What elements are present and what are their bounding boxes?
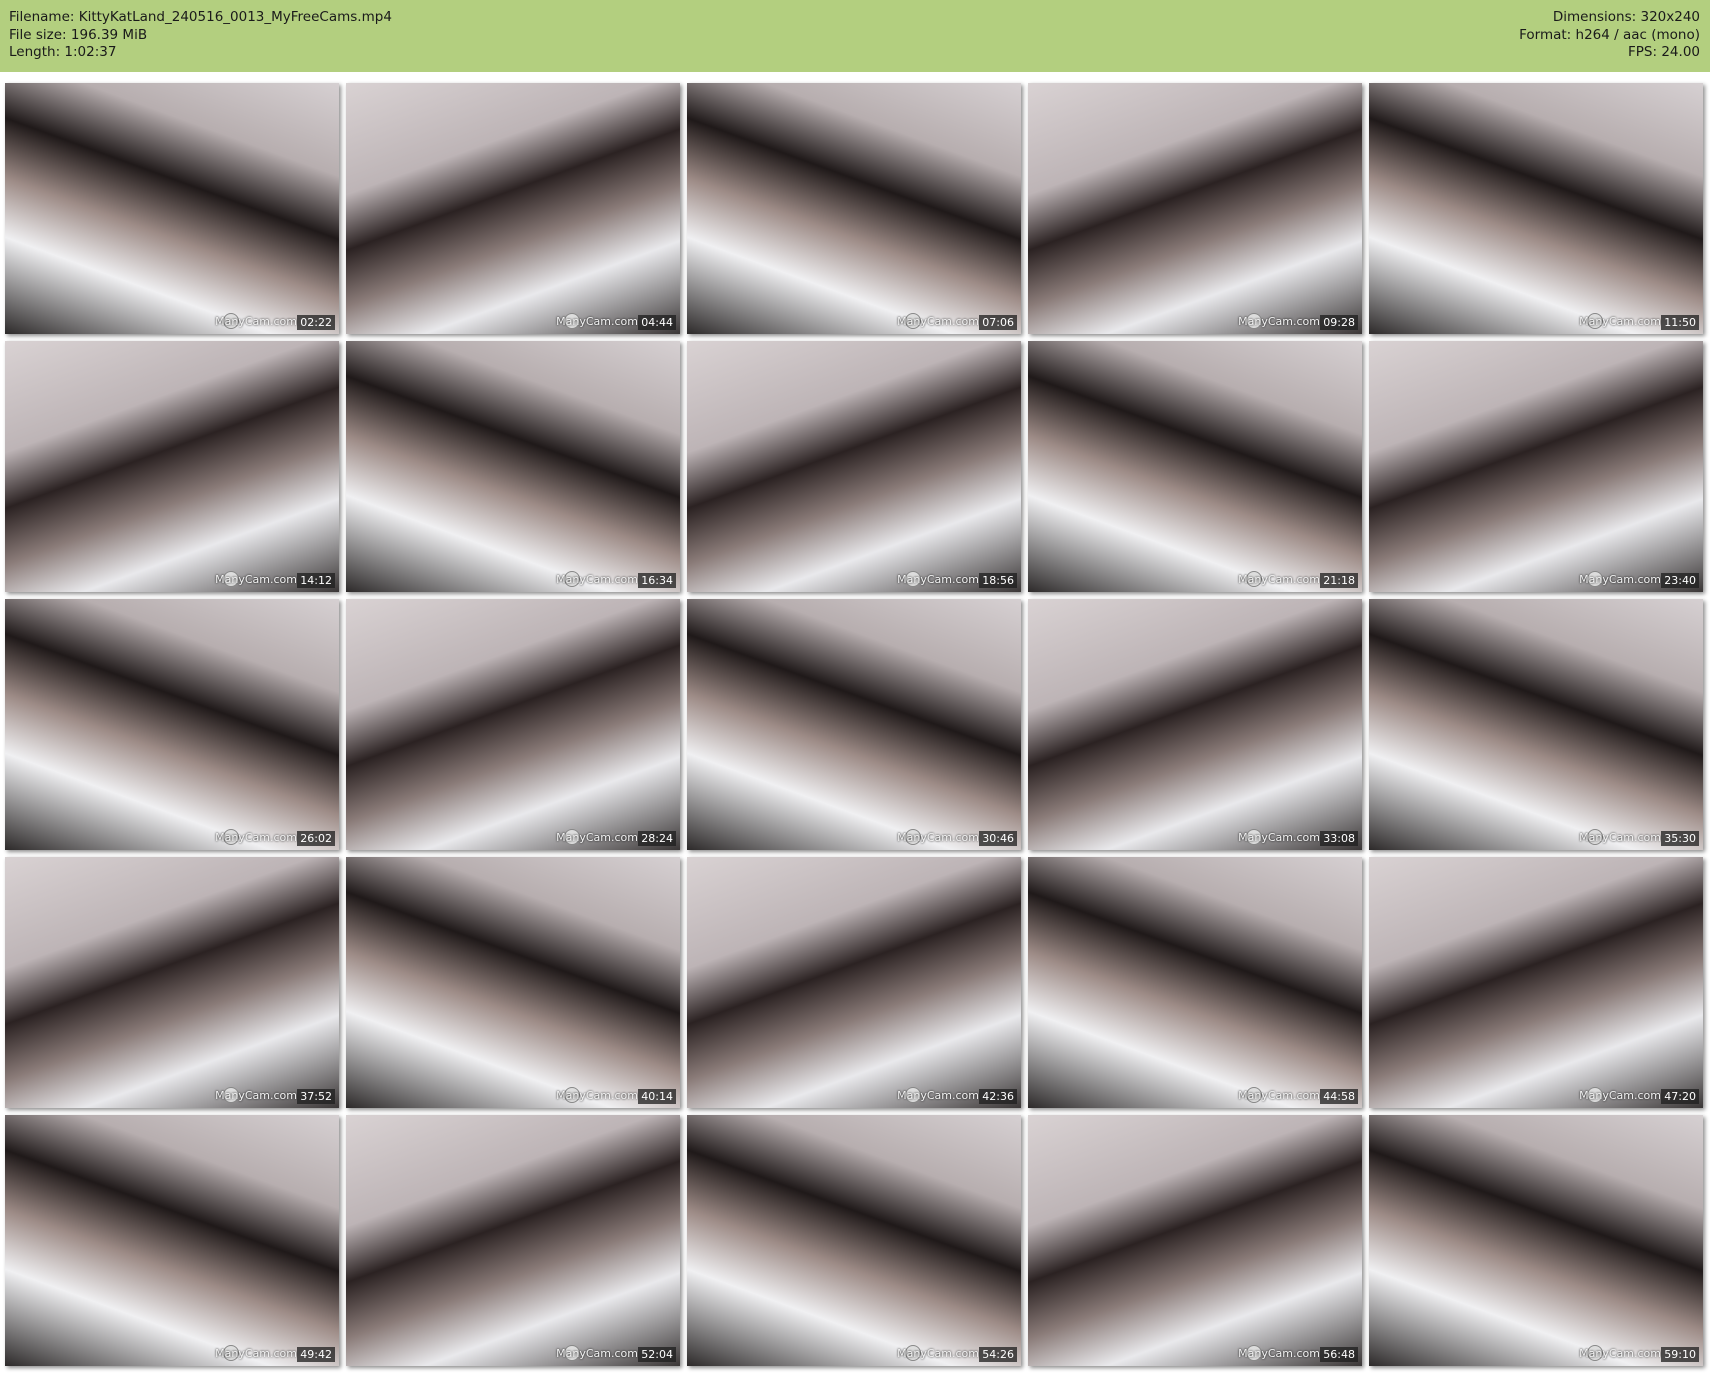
watermark-text: ManyCam.com [1579, 573, 1661, 586]
timestamp-badge: 23:40 [1661, 573, 1699, 588]
watermark-text: ManyCam.com [897, 1347, 979, 1360]
watermark-text: ManyCam.com [1579, 1347, 1661, 1360]
video-thumbnail[interactable]: ManyCam.com 28:24 [346, 599, 680, 850]
video-thumbnail[interactable]: ManyCam.com 59:10 [1369, 1115, 1703, 1366]
watermark-text: ManyCam.com [556, 831, 638, 844]
watermark-text: ManyCam.com [1579, 315, 1661, 328]
length-label: Length: 1:02:37 [9, 44, 117, 60]
timestamp-badge: 40:14 [638, 1089, 676, 1104]
watermark-text: ManyCam.com [897, 831, 979, 844]
timestamp-badge: 11:50 [1661, 315, 1699, 330]
timestamp-badge: 59:10 [1661, 1347, 1699, 1362]
timestamp-badge: 21:18 [1320, 573, 1358, 588]
watermark-text: ManyCam.com [1238, 315, 1320, 328]
file-info-left: Filename: KittyKatLand_240516_0013_MyFre… [9, 9, 392, 62]
timestamp-badge: 14:12 [297, 573, 335, 588]
video-thumbnail[interactable]: ManyCam.com 09:28 [1028, 83, 1362, 334]
watermark-text: ManyCam.com [897, 1089, 979, 1102]
timestamp-badge: 16:34 [638, 573, 676, 588]
thumbnail-grid: ManyCam.com 02:22 ManyCam.com 04:44 ManyCam.… [5, 83, 1703, 1366]
video-thumbnail[interactable]: ManyCam.com 33:08 [1028, 599, 1362, 850]
watermark-text: ManyCam.com [1238, 1347, 1320, 1360]
video-thumbnail[interactable]: ManyCam.com 52:04 [346, 1115, 680, 1366]
file-info-right: Dimensions: 320x240 Format: h264 / aac (… [1519, 9, 1700, 62]
timestamp-badge: 09:28 [1320, 315, 1358, 330]
video-thumbnail[interactable]: ManyCam.com 14:12 [5, 341, 339, 592]
watermark-text: ManyCam.com [215, 1089, 297, 1102]
watermark-text: ManyCam.com [215, 315, 297, 328]
timestamp-badge: 35:30 [1661, 831, 1699, 846]
video-thumbnail[interactable]: ManyCam.com 11:50 [1369, 83, 1703, 334]
timestamp-badge: 04:44 [638, 315, 676, 330]
dimensions-label: Dimensions: 320x240 [1552, 9, 1700, 25]
video-thumbnail[interactable]: ManyCam.com 18:56 [687, 341, 1021, 592]
fps-label: FPS: 24.00 [1628, 44, 1700, 60]
timestamp-badge: 18:56 [979, 573, 1017, 588]
watermark-text: ManyCam.com [897, 573, 979, 586]
watermark-text: ManyCam.com [897, 315, 979, 328]
video-thumbnail[interactable]: ManyCam.com 23:40 [1369, 341, 1703, 592]
video-thumbnail[interactable]: ManyCam.com 07:06 [687, 83, 1021, 334]
timestamp-badge: 42:36 [979, 1089, 1017, 1104]
watermark-text: ManyCam.com [1238, 831, 1320, 844]
watermark-text: ManyCam.com [556, 1347, 638, 1360]
video-thumbnail[interactable]: ManyCam.com 26:02 [5, 599, 339, 850]
video-thumbnail[interactable]: ManyCam.com 37:52 [5, 857, 339, 1108]
video-thumbnail[interactable]: ManyCam.com 04:44 [346, 83, 680, 334]
video-thumbnail[interactable]: ManyCam.com 30:46 [687, 599, 1021, 850]
watermark-text: ManyCam.com [556, 1089, 638, 1102]
video-thumbnail[interactable]: ManyCam.com 16:34 [346, 341, 680, 592]
video-thumbnail[interactable]: ManyCam.com 42:36 [687, 857, 1021, 1108]
timestamp-badge: 33:08 [1320, 831, 1358, 846]
timestamp-badge: 26:02 [297, 831, 335, 846]
format-label: Format: h264 / aac (mono) [1519, 26, 1700, 43]
video-thumbnail[interactable]: ManyCam.com 47:20 [1369, 857, 1703, 1108]
timestamp-badge: 52:04 [638, 1347, 676, 1362]
timestamp-badge: 28:24 [638, 831, 676, 846]
timestamp-badge: 37:52 [297, 1089, 335, 1104]
timestamp-badge: 56:48 [1320, 1347, 1358, 1362]
video-thumbnail[interactable]: ManyCam.com 02:22 [5, 83, 339, 334]
timestamp-badge: 47:20 [1661, 1089, 1699, 1104]
watermark-text: ManyCam.com [1579, 831, 1661, 844]
info-header: Filename: KittyKatLand_240516_0013_MyFre… [0, 0, 1710, 72]
timestamp-badge: 02:22 [297, 315, 335, 330]
watermark-text: ManyCam.com [556, 315, 638, 328]
timestamp-badge: 49:42 [297, 1347, 335, 1362]
timestamp-badge: 07:06 [979, 315, 1017, 330]
timestamp-badge: 54:26 [979, 1347, 1017, 1362]
watermark-text: ManyCam.com [556, 573, 638, 586]
video-thumbnail[interactable]: ManyCam.com 35:30 [1369, 599, 1703, 850]
video-thumbnail[interactable]: ManyCam.com 44:58 [1028, 857, 1362, 1108]
watermark-text: ManyCam.com [215, 573, 297, 586]
watermark-text: ManyCam.com [1238, 573, 1320, 586]
video-thumbnail[interactable]: ManyCam.com 54:26 [687, 1115, 1021, 1366]
watermark-text: ManyCam.com [215, 1347, 297, 1360]
filename-label: Filename: KittyKatLand_240516_0013_MyFre… [9, 9, 392, 25]
video-thumbnail[interactable]: ManyCam.com 49:42 [5, 1115, 339, 1366]
timestamp-badge: 44:58 [1320, 1089, 1358, 1104]
timestamp-badge: 30:46 [979, 831, 1017, 846]
video-thumbnail[interactable]: ManyCam.com 56:48 [1028, 1115, 1362, 1366]
watermark-text: ManyCam.com [215, 831, 297, 844]
watermark-text: ManyCam.com [1238, 1089, 1320, 1102]
filesize-label: File size: 196.39 MiB [9, 26, 148, 43]
video-thumbnail[interactable]: ManyCam.com 40:14 [346, 857, 680, 1108]
watermark-text: ManyCam.com [1579, 1089, 1661, 1102]
video-thumbnail[interactable]: ManyCam.com 21:18 [1028, 341, 1362, 592]
